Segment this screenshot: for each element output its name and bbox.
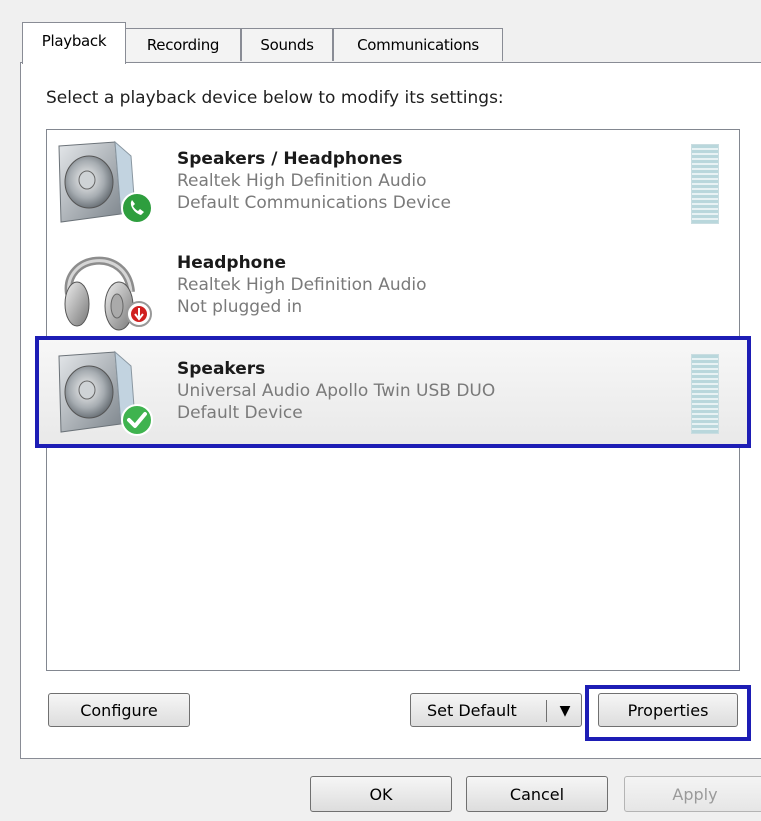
device-text: Speakers / Headphones Realtek High Defin…: [177, 148, 451, 214]
device-text: Headphone Realtek High Definition Audio …: [177, 252, 427, 318]
device-list[interactable]: Speakers / Headphones Realtek High Defin…: [35, 129, 751, 671]
device-driver: Realtek High Definition Audio: [177, 171, 427, 191]
device-status: Default Communications Device: [177, 193, 451, 213]
ok-button[interactable]: OK: [310, 776, 452, 812]
device-text: Speakers Universal Audio Apollo Twin USB…: [177, 358, 495, 424]
volume-level-meter: [691, 144, 719, 224]
device-item-speakers[interactable]: Speakers Universal Audio Apollo Twin USB…: [35, 336, 751, 448]
tab-sounds[interactable]: Sounds: [241, 28, 333, 61]
unplugged-badge-icon: [126, 301, 152, 327]
device-name: Speakers / Headphones: [177, 149, 403, 169]
cancel-button[interactable]: Cancel: [466, 776, 608, 812]
device-status: Default Device: [177, 403, 303, 423]
device-status: Not plugged in: [177, 297, 303, 317]
device-item-headphone[interactable]: Headphone Realtek High Definition Audio …: [47, 234, 739, 338]
properties-button[interactable]: Properties: [598, 693, 738, 727]
set-default-label: Set Default: [427, 701, 517, 720]
dropdown-arrow-icon[interactable]: ▼: [552, 694, 578, 728]
tab-communications[interactable]: Communications: [333, 28, 503, 61]
configure-button[interactable]: Configure: [48, 693, 190, 727]
device-name: Speakers: [177, 359, 266, 379]
sound-dialog: Playback Recording Sounds Communications…: [0, 0, 761, 821]
playback-panel: Select a playback device below to modify…: [20, 62, 761, 759]
instruction-text: Select a playback device below to modify…: [46, 88, 504, 108]
volume-level-meter: [691, 354, 719, 434]
set-default-button[interactable]: Set Default ▼: [410, 693, 582, 727]
device-item-speakers-headphones[interactable]: Speakers / Headphones Realtek High Defin…: [47, 130, 739, 234]
checkmark-badge-icon: [121, 404, 153, 436]
apply-button[interactable]: Apply: [624, 776, 761, 812]
device-name: Headphone: [177, 253, 286, 273]
device-driver: Realtek High Definition Audio: [177, 275, 427, 295]
tab-playback[interactable]: Playback: [22, 22, 126, 64]
phone-badge-icon: [121, 192, 153, 224]
split-divider: [546, 700, 547, 722]
tab-recording[interactable]: Recording: [125, 28, 241, 61]
device-driver: Universal Audio Apollo Twin USB DUO: [177, 381, 496, 401]
